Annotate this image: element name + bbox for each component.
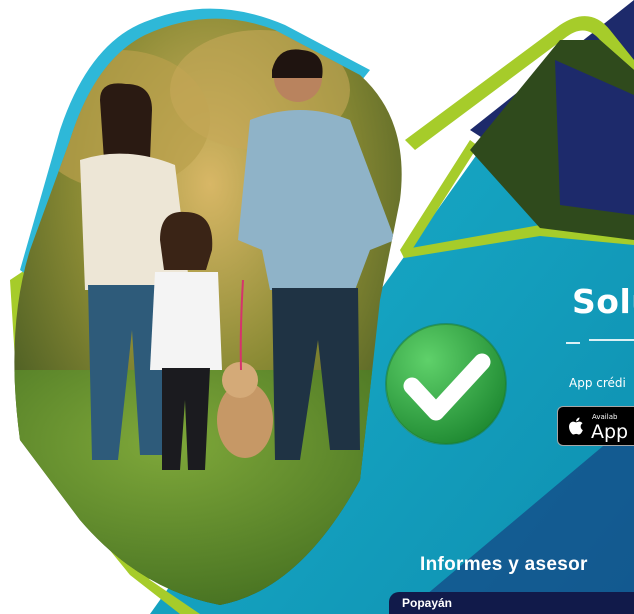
app-description: App crédi bbox=[569, 376, 626, 390]
app-store-button[interactable]: Availab App bbox=[557, 406, 634, 446]
apple-icon bbox=[569, 417, 583, 435]
store-badge-small-text: Availab bbox=[592, 413, 618, 421]
info-heading: Informes y asesor bbox=[420, 554, 588, 575]
check-icon bbox=[385, 323, 507, 445]
divider bbox=[589, 339, 634, 341]
store-badge-big-text: App bbox=[591, 421, 629, 443]
promo-banner: Solu App crédi Availab App Informes y as… bbox=[0, 0, 634, 614]
divider-dash bbox=[566, 342, 580, 344]
city-label: Popayán bbox=[402, 596, 453, 610]
banner-background bbox=[10, 0, 634, 614]
headline: Solu bbox=[572, 282, 634, 321]
